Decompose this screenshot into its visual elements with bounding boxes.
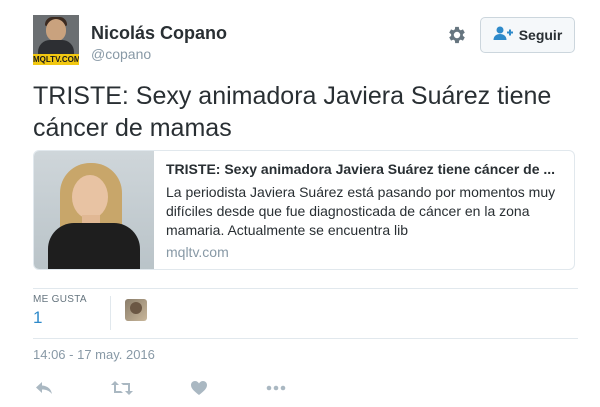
tweet-timestamp[interactable]: 14:06 - 17 may. 2016 — [33, 347, 155, 362]
likes-stat[interactable]: ME GUSTA 1 — [33, 294, 87, 334]
avatar-logo: MQLTV.COM — [33, 54, 79, 65]
follow-label: Seguir — [518, 27, 563, 43]
liker-avatar[interactable] — [125, 299, 147, 321]
reply-icon[interactable] — [33, 377, 55, 399]
tweet-text: TRISTE: Sexy animadora Javiera Suárez ti… — [33, 82, 552, 142]
like-icon[interactable] — [188, 377, 210, 399]
link-card[interactable]: TRISTE: Sexy animadora Javiera Suárez ti… — [33, 150, 575, 270]
user-avatar[interactable]: MQLTV.COM — [33, 15, 79, 65]
add-user-icon — [493, 25, 513, 46]
likes-count: 1 — [33, 308, 43, 327]
liker-avatar-face — [130, 302, 142, 314]
tweet-header: MQLTV.COM Nicolás Copano @copano Seguir — [33, 15, 578, 67]
card-domain: mqltv.com — [166, 244, 229, 260]
stats-separator — [110, 296, 111, 330]
card-image-face — [72, 175, 108, 219]
user-name[interactable]: Nicolás Copano — [91, 23, 227, 44]
more-icon[interactable] — [265, 377, 287, 399]
card-title: TRISTE: Sexy animadora Javiera Suárez ti… — [166, 161, 556, 177]
divider-top — [33, 288, 578, 289]
divider-bottom — [33, 338, 578, 339]
card-description: La periodista Javiera Suárez está pasand… — [166, 184, 556, 238]
gear-icon[interactable] — [446, 24, 468, 46]
card-image — [34, 151, 154, 269]
follow-button[interactable]: Seguir — [480, 17, 575, 53]
card-body: TRISTE: Sexy animadora Javiera Suárez ti… — [166, 161, 566, 260]
user-handle[interactable]: @copano — [91, 46, 151, 62]
avatar-face — [46, 19, 66, 41]
card-image-top — [48, 223, 140, 269]
retweet-icon[interactable] — [111, 377, 133, 399]
likes-label: ME GUSTA — [33, 294, 87, 305]
